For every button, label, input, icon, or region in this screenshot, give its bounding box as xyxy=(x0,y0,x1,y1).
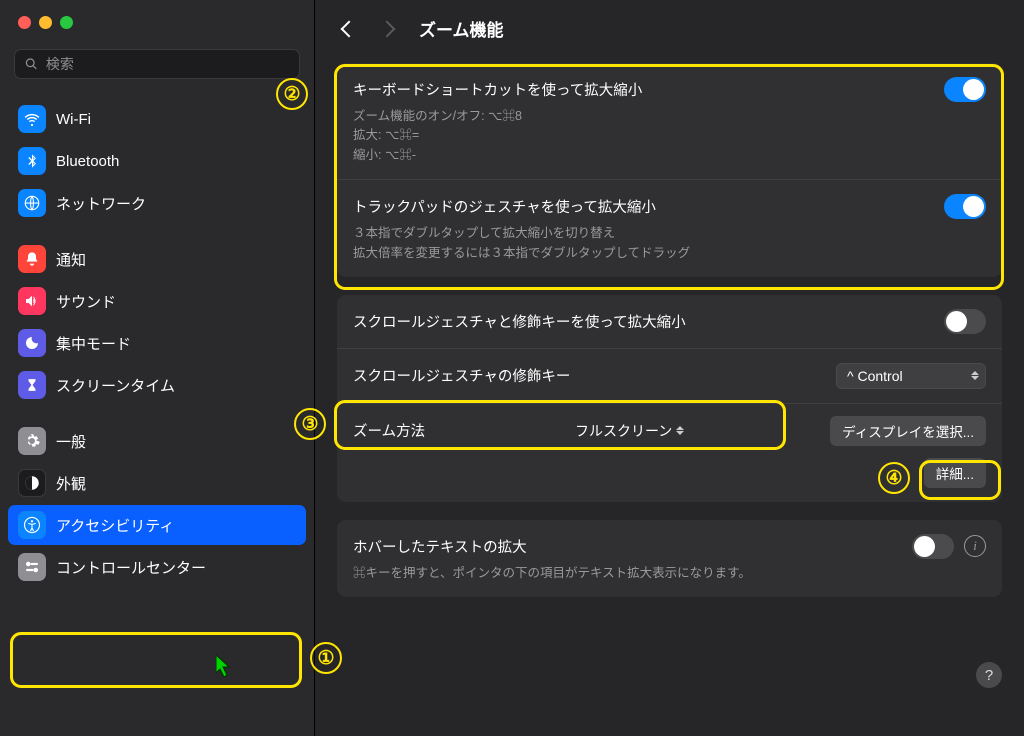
help-button[interactable]: ? xyxy=(976,662,1002,688)
zoom-method-row: ズーム方法 フルスクリーン ディスプレイを選択... xyxy=(337,404,1002,458)
hover-text-row: ホバーしたテキストの拡大 i ⌘キーを押すと、ポインタの下の項目がテキスト拡大表… xyxy=(337,520,1002,597)
keyboard-shortcut-toggle[interactable] xyxy=(944,77,986,102)
hover-text-desc: ⌘キーを押すと、ポインタの下の項目がテキスト拡大表示になります。 xyxy=(353,564,986,583)
maximize-window-button[interactable] xyxy=(60,16,73,29)
advanced-row: 詳細... xyxy=(337,458,1002,502)
trackpad-gesture-toggle[interactable] xyxy=(944,194,986,219)
sidebar-item-label: 通知 xyxy=(56,249,86,270)
scroll-gesture-row: スクロールジェスチャと修飾キーを使って拡大縮小 xyxy=(337,295,1002,349)
sidebar-item-label: アクセシビリティ xyxy=(56,515,174,536)
scroll-gesture-toggle[interactable] xyxy=(944,309,986,334)
sidebar-item-label: 一般 xyxy=(56,431,86,452)
sidebar-item-screentime[interactable]: スクリーンタイム xyxy=(8,365,306,405)
scroll-zoom-card: スクロールジェスチャと修飾キーを使って拡大縮小 スクロールジェスチャの修飾キー … xyxy=(337,295,1002,502)
sidebar-item-label: スクリーンタイム xyxy=(56,375,175,396)
screentime-icon xyxy=(18,371,46,399)
hover-text-title: ホバーしたテキストの拡大 xyxy=(353,536,527,557)
general-icon xyxy=(18,427,46,455)
sidebar-item-accessibility[interactable]: アクセシビリティ xyxy=(8,505,306,545)
sidebar-item-focus[interactable]: 集中モード xyxy=(8,323,306,363)
bluetooth-icon xyxy=(18,147,46,175)
search-icon xyxy=(25,57,38,71)
wifi-icon xyxy=(18,105,46,133)
sidebar-item-label: 集中モード xyxy=(56,333,131,354)
hover-text-toggle[interactable] xyxy=(912,534,954,559)
search-input[interactable] xyxy=(46,56,289,72)
keyboard-shortcut-title: キーボードショートカットを使って拡大縮小 xyxy=(353,79,642,100)
zoom-method-value: フルスクリーン xyxy=(575,421,672,441)
controlcenter-icon xyxy=(18,553,46,581)
sidebar-item-general[interactable]: 一般 xyxy=(8,421,306,461)
focus-icon xyxy=(18,329,46,357)
modifier-key-label: スクロールジェスチャの修飾キー xyxy=(353,365,570,386)
sidebar-item-network[interactable]: ネットワーク xyxy=(8,183,306,223)
search-field[interactable] xyxy=(14,49,300,79)
network-icon xyxy=(18,189,46,217)
window-controls xyxy=(0,0,314,43)
page-title: ズーム機能 xyxy=(419,16,504,41)
sidebar-item-bluetooth[interactable]: Bluetooth xyxy=(8,141,306,181)
sidebar: Wi-Fi Bluetooth ネットワーク通知サウンド集中モードスクリーンタイム一… xyxy=(0,0,315,736)
nav-forward-button[interactable] xyxy=(375,17,399,41)
sidebar-item-label: ネットワーク xyxy=(56,193,146,214)
accessibility-icon xyxy=(18,511,46,539)
sidebar-item-appearance[interactable]: 外観 xyxy=(8,463,306,503)
minimize-window-button[interactable] xyxy=(39,16,52,29)
chevron-left-icon xyxy=(341,20,358,37)
hover-text-card: ホバーしたテキストの拡大 i ⌘キーを押すと、ポインタの下の項目がテキスト拡大表… xyxy=(337,520,1002,597)
sidebar-item-label: コントロールセンター xyxy=(56,557,206,578)
trackpad-gesture-title: トラックパッドのジェスチャを使って拡大縮小 xyxy=(353,196,656,217)
modifier-key-value: ^ Control xyxy=(847,368,903,384)
trackpad-gesture-desc: ３本指でダブルタップして拡大縮小を切り替え 拡大倍率を変更するには３本指でダブル… xyxy=(353,224,986,263)
sidebar-item-wifi[interactable]: Wi-Fi xyxy=(8,99,306,139)
sidebar-item-label: サウンド xyxy=(56,291,116,312)
content: キーボードショートカットを使って拡大縮小 ズーム機能のオン/オフ: ⌥⌘8 拡大… xyxy=(315,57,1024,736)
sidebar-nav: Wi-Fi Bluetooth ネットワーク通知サウンド集中モードスクリーンタイム一… xyxy=(0,91,314,736)
keyboard-shortcut-desc: ズーム機能のオン/オフ: ⌥⌘8 拡大: ⌥⌘= 縮小: ⌥⌘- xyxy=(353,107,986,165)
trackpad-gesture-row: トラックパッドのジェスチャを使って拡大縮小 ３本指でダブルタップして拡大縮小を切… xyxy=(337,180,1002,277)
appearance-icon xyxy=(18,469,46,497)
chevron-right-icon xyxy=(379,20,396,37)
sound-icon xyxy=(18,287,46,315)
sidebar-item-label: Wi-Fi xyxy=(56,111,91,128)
choose-display-button[interactable]: ディスプレイを選択... xyxy=(830,416,986,446)
sidebar-item-notif[interactable]: 通知 xyxy=(8,239,306,279)
zoom-shortcuts-card: キーボードショートカットを使って拡大縮小 ズーム機能のオン/オフ: ⌥⌘8 拡大… xyxy=(337,63,1002,277)
notif-icon xyxy=(18,245,46,273)
main-pane: ズーム機能 キーボードショートカットを使って拡大縮小 ズーム機能のオン/オフ: … xyxy=(315,0,1024,736)
sidebar-item-label: Bluetooth xyxy=(56,153,119,170)
close-window-button[interactable] xyxy=(18,16,31,29)
sidebar-item-label: 外観 xyxy=(56,473,86,494)
info-icon[interactable]: i xyxy=(964,535,986,557)
advanced-button[interactable]: 詳細... xyxy=(924,458,986,488)
zoom-method-select[interactable]: フルスクリーン xyxy=(565,417,690,445)
zoom-method-label: ズーム方法 xyxy=(353,420,425,441)
chevron-updown-icon xyxy=(971,371,979,380)
scroll-gesture-title: スクロールジェスチャと修飾キーを使って拡大縮小 xyxy=(353,311,686,332)
chevron-updown-icon xyxy=(676,426,684,435)
keyboard-shortcut-row: キーボードショートカットを使って拡大縮小 ズーム機能のオン/オフ: ⌥⌘8 拡大… xyxy=(337,63,1002,180)
nav-back-button[interactable] xyxy=(337,17,361,41)
topbar: ズーム機能 xyxy=(315,0,1024,57)
sidebar-item-controlcenter[interactable]: コントロールセンター xyxy=(8,547,306,587)
sidebar-item-sound[interactable]: サウンド xyxy=(8,281,306,321)
modifier-key-row: スクロールジェスチャの修飾キー ^ Control xyxy=(337,349,1002,404)
modifier-key-select[interactable]: ^ Control xyxy=(836,363,986,389)
